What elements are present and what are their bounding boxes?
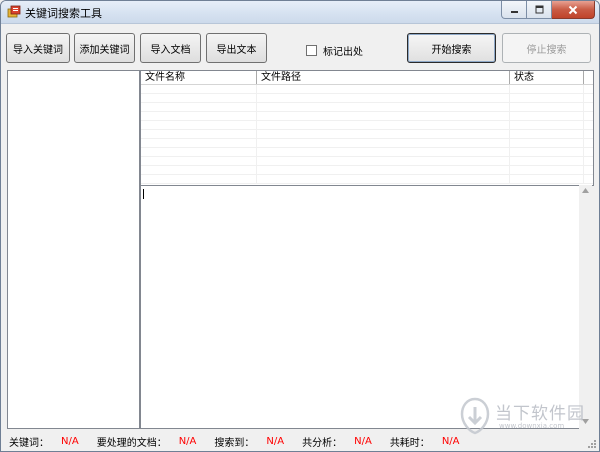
- status-docs-value: N/A: [178, 435, 197, 447]
- status-docs: 要处理的文档： N/A: [97, 434, 215, 449]
- maximize-icon: [535, 5, 543, 14]
- import-document-button[interactable]: 导入文档: [140, 33, 201, 63]
- column-header-file-name[interactable]: 文件名称: [141, 71, 257, 84]
- file-list-view[interactable]: 文件名称 文件路径 状态: [140, 70, 594, 186]
- watermark-url: www.downxia.com: [499, 422, 565, 430]
- maximize-button[interactable]: [527, 1, 552, 19]
- scroll-up-icon[interactable]: [582, 188, 589, 193]
- vertical-scrollbar[interactable]: [579, 185, 592, 429]
- status-elapsed: 共耗时： N/A: [390, 434, 478, 449]
- status-keywords-value: N/A: [61, 435, 79, 447]
- status-found-label: 搜索到：: [214, 437, 255, 449]
- keyword-list-panel[interactable]: [7, 70, 140, 429]
- stop-search-button[interactable]: 停止搜索: [502, 33, 591, 63]
- column-header-file-path[interactable]: 文件路径: [257, 71, 510, 84]
- text-caret: [143, 189, 144, 199]
- empty-row-lines: [141, 112, 593, 121]
- empty-row-lines: [141, 166, 593, 175]
- empty-row-lines: [141, 94, 593, 103]
- window-title: 关键词搜索工具: [25, 7, 102, 20]
- status-docs-label: 要处理的文档：: [96, 437, 167, 449]
- status-elapsed-label: 共耗时：: [389, 437, 430, 449]
- status-bar: 关键词： N/A 要处理的文档： N/A 搜索到： N/A 共分析： N/A 共…: [1, 431, 599, 451]
- empty-row-lines: [141, 85, 593, 94]
- empty-row-lines: [141, 175, 593, 184]
- empty-row-lines: [141, 121, 593, 130]
- mark-location-checkbox[interactable]: 标记出处: [306, 43, 363, 58]
- status-analyzed: 共分析： N/A: [302, 434, 390, 449]
- watermark-logo-icon: [460, 397, 490, 435]
- file-list-body: [141, 85, 593, 184]
- checkbox-box[interactable]: [306, 45, 317, 56]
- start-search-button[interactable]: 开始搜索: [407, 33, 496, 63]
- close-icon: [568, 5, 578, 14]
- close-button[interactable]: [552, 1, 595, 19]
- status-analyzed-value: N/A: [354, 435, 372, 447]
- resize-grip-icon[interactable]: [587, 439, 597, 449]
- empty-row-lines: [141, 157, 593, 166]
- empty-row-lines: [141, 139, 593, 148]
- empty-row-lines: [141, 148, 593, 157]
- column-header-status[interactable]: 状态: [510, 71, 584, 84]
- status-analyzed-label: 共分析：: [302, 437, 343, 449]
- result-text-area[interactable]: [140, 185, 580, 429]
- status-found: 搜索到： N/A: [214, 434, 302, 449]
- status-keywords-label: 关键词：: [9, 437, 49, 449]
- empty-row-lines: [141, 130, 593, 139]
- title-bar[interactable]: 关键词搜索工具: [1, 1, 599, 24]
- mark-location-label: 标记出处: [323, 47, 363, 58]
- status-found-value: N/A: [266, 435, 285, 447]
- status-elapsed-value: N/A: [441, 435, 460, 447]
- window-controls: [501, 1, 595, 19]
- app-window: 关键词搜索工具 导入关键词 添加关键词 导入文档 导出文本 标记出处 开始搜索 …: [0, 0, 600, 452]
- empty-row-lines: [141, 103, 593, 112]
- status-keywords: 关键词： N/A: [9, 434, 97, 449]
- app-icon: [7, 5, 21, 18]
- minimize-icon: [510, 11, 518, 13]
- export-text-button[interactable]: 导出文本: [206, 33, 267, 63]
- add-keyword-button[interactable]: 添加关键词: [74, 33, 135, 63]
- minimize-button[interactable]: [501, 1, 527, 19]
- import-keywords-button[interactable]: 导入关键词: [6, 33, 70, 63]
- watermark-title: 当下软件园: [495, 404, 585, 424]
- file-list-header: 文件名称 文件路径 状态: [141, 71, 593, 85]
